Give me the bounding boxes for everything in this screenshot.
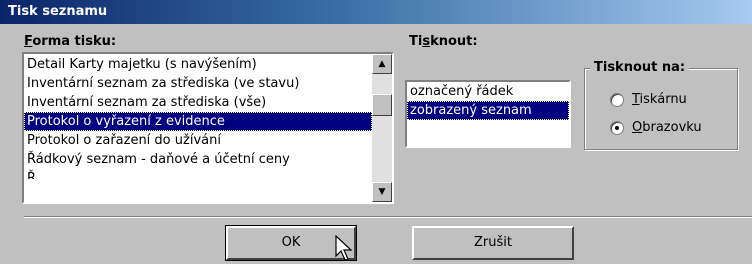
list-item[interactable]: Protokol o zařazení do užívání: [24, 131, 372, 150]
list-item-selected[interactable]: zobrazený seznam: [407, 101, 569, 120]
list-item[interactable]: označený řádek: [407, 82, 569, 101]
radio-tiskarnu-label: Tiskárnu: [632, 92, 687, 107]
scroll-thumb[interactable]: [372, 94, 392, 116]
forma-tisku-label: Forma tisku:: [24, 34, 117, 49]
tisknout-na-label: Tisknout na:: [590, 60, 690, 75]
radio-tiskarnu[interactable]: Tiskárnu: [610, 92, 687, 107]
scroll-down-button[interactable]: ▼: [372, 182, 392, 202]
dialog-title: Tisk seznamu: [0, 0, 752, 24]
radio-obrazovku-label: Obrazovku: [632, 120, 702, 135]
list-item[interactable]: Inventární seznam za střediska (ve stavu…: [24, 74, 372, 93]
forma-tisku-scrollbar[interactable]: ▲ ▼: [372, 54, 392, 202]
radio-checked-icon: [610, 120, 624, 135]
tisknout-listbox[interactable]: označený řádek zobrazený seznam: [405, 80, 571, 148]
tisknout-na-group: [584, 68, 738, 150]
list-item[interactable]: Řádkový seznam - daňové a účetní ceny: [24, 150, 372, 169]
list-item[interactable]: Detail Karty majetku (s navýšením): [24, 55, 372, 74]
list-item-partial[interactable]: Ř: [24, 169, 372, 179]
forma-tisku-listbox[interactable]: Detail Karty majetku (s navýšením) Inven…: [22, 52, 394, 204]
cancel-button[interactable]: Zrušit: [412, 226, 574, 260]
forma-tisku-items: Detail Karty majetku (s navýšením) Inven…: [24, 55, 372, 179]
print-dialog: Tisk seznamu Forma tisku: Detail Karty m…: [0, 0, 752, 264]
radio-circle-icon: [610, 92, 624, 107]
arrow-up-icon: ▲: [378, 59, 386, 69]
arrow-down-icon: ▼: [378, 187, 386, 197]
mouse-cursor-icon: [335, 235, 353, 261]
list-item-selected[interactable]: Protokol o vyřazení z evidence: [24, 112, 372, 131]
list-item[interactable]: Inventární seznam za střediska (vše): [24, 93, 372, 112]
radio-obrazovku[interactable]: Obrazovku: [610, 120, 702, 135]
scroll-up-button[interactable]: ▲: [372, 54, 392, 74]
separator-highlight: [24, 217, 752, 218]
tisknout-label: Tisknout:: [409, 34, 478, 49]
